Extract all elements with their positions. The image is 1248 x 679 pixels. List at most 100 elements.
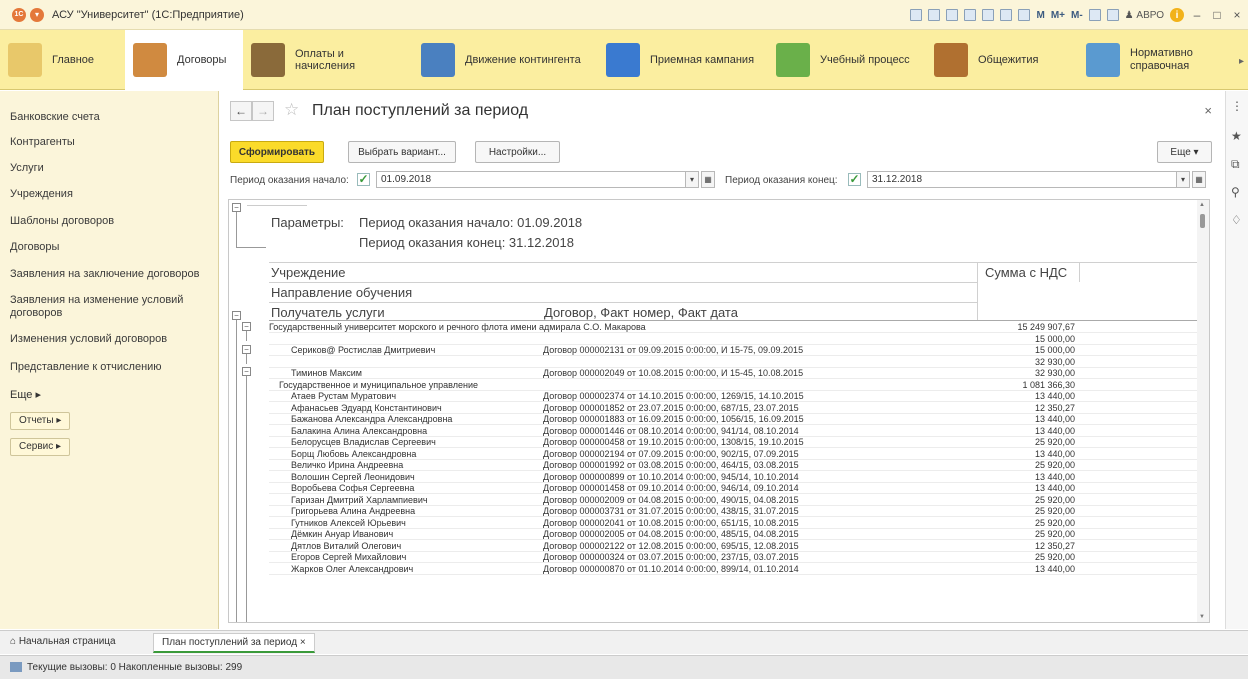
table-row[interactable]: Государственный университет морского и р… [269, 322, 1199, 333]
main-menu-icon[interactable]: ▾ [30, 7, 44, 22]
nav-contract-changes[interactable]: Изменения условий договоров [10, 333, 167, 346]
settings-button[interactable]: Настройки... [475, 141, 560, 163]
table-row[interactable]: Григорьева Алина Андреевна Договор 000003… [269, 506, 1199, 517]
copy-icon[interactable] [982, 9, 995, 21]
back-icon[interactable]: ← [230, 101, 252, 121]
group-collapse-icon[interactable]: − [232, 203, 241, 212]
nav-counterparties[interactable]: Контрагенты [10, 136, 75, 149]
app-logo-icon[interactable]: 1C [12, 7, 26, 22]
functions-menu-icon[interactable]: ⋮⋮ [1231, 99, 1248, 113]
nav-contracts[interactable]: Договоры [10, 241, 59, 254]
memory-button[interactable]: M [1036, 10, 1044, 21]
table-row[interactable]: Атаев Рустам Муратович Договор 000002374 … [269, 391, 1199, 402]
table-row[interactable]: Балакина Алина Александровна Договор 0000… [269, 426, 1199, 437]
zoom-icon[interactable] [1088, 9, 1101, 21]
table-row[interactable]: Белорусцев Владислав Сергеевич Договор 00… [269, 437, 1199, 448]
section-admission[interactable]: Приемная кампания [598, 30, 768, 90]
group-collapse-icon[interactable]: − [242, 345, 251, 354]
cell-contract: Договор 000003731 от 31.07.2015 0:00:00,… [543, 506, 799, 516]
table-row[interactable]: Егоров Сергей Михайлович Договор 00000032… [269, 552, 1199, 563]
vertical-scrollbar[interactable]: ▲ ▼ [1197, 200, 1209, 622]
table-row[interactable]: Сериков@ Ростислав Дмитриевич Договор 000… [269, 345, 1199, 356]
period-start-field[interactable]: 01.09.2018 [376, 171, 686, 188]
service-button[interactable]: Сервис ▸ [10, 438, 71, 456]
favorite-star-icon[interactable]: ☆ [284, 100, 299, 120]
group-collapse-icon[interactable]: − [242, 367, 251, 376]
table-row[interactable]: Афанасьев Эдуард Константинович Договор 0… [269, 403, 1199, 414]
table-row[interactable]: 15 000,00 [269, 334, 1199, 345]
period-start-calendar-icon[interactable]: ▦ [701, 171, 715, 188]
memory-minus-button[interactable]: M- [1071, 10, 1083, 21]
forward-icon[interactable]: → [252, 101, 274, 121]
table-row[interactable]: Величко Ирина Андреевна Договор 000001992… [269, 460, 1199, 471]
period-start-checkbox[interactable]: ✓ [357, 173, 370, 186]
table-row[interactable]: Волошин Сергей Леонидович Договор 0000008… [269, 472, 1199, 483]
table-row[interactable]: Дёмкин Ануар Иванович Договор 000002005 о… [269, 529, 1199, 540]
close-window-icon[interactable]: × [1230, 8, 1244, 22]
nav-expulsion[interactable]: Представление к отчислению [10, 361, 162, 374]
nav-change-applications[interactable]: Заявления на изменение условий договоров [10, 294, 200, 320]
preview-icon[interactable] [946, 9, 959, 21]
link-icon[interactable] [964, 9, 977, 21]
nav-bank-accounts[interactable]: Банковские счета [10, 111, 100, 124]
minimize-icon[interactable]: – [1190, 8, 1204, 22]
help-icon[interactable]: i [1170, 8, 1184, 22]
report-spreadsheet[interactable]: − − − − − Параметры: Период оказания нач… [228, 199, 1210, 623]
group-collapse-icon[interactable]: − [232, 311, 241, 320]
generate-button[interactable]: Сформировать [230, 141, 324, 163]
favorites-icon[interactable]: ★ [1231, 129, 1242, 143]
ribbon-scroll-right-icon[interactable]: ▸ [1239, 56, 1244, 67]
section-education[interactable]: Учебный процесс [768, 30, 926, 90]
period-start-label: Период оказания начало: [230, 175, 349, 186]
more-button[interactable]: Еще ▾ [1157, 141, 1212, 163]
table-row[interactable]: Государственное и муниципальное управлен… [269, 380, 1199, 391]
reports-button[interactable]: Отчеты ▸ [10, 412, 71, 430]
calculator-icon[interactable] [1000, 9, 1013, 21]
nav-more[interactable]: Еще ▸ [10, 388, 41, 401]
history-icon[interactable]: ⧉ [1231, 157, 1240, 172]
group-collapse-icon[interactable]: − [242, 322, 251, 331]
table-row[interactable]: 32 930,00 [269, 357, 1199, 368]
scrollbar-thumb[interactable] [1200, 214, 1205, 228]
layout-icon[interactable] [1106, 9, 1119, 21]
user-name[interactable]: ♟ АВРО [1125, 10, 1164, 21]
tab-home[interactable]: ⌂ Начальная страница [10, 636, 116, 647]
table-row[interactable]: Гутников Алексей Юрьевич Договор 00000204… [269, 518, 1199, 529]
cell-contract: Договор 000002049 от 10.08.2015 0:00:00,… [543, 368, 804, 378]
period-start-dropdown-icon[interactable]: ▾ [685, 171, 699, 188]
maximize-icon[interactable]: □ [1210, 8, 1224, 22]
nav-services[interactable]: Услуги [10, 162, 44, 175]
tab-report[interactable]: План поступлений за период × [153, 633, 315, 653]
scroll-up-icon[interactable]: ▲ [1199, 202, 1205, 208]
table-row[interactable]: Гаризан Дмитрий Харлампиевич Договор 0000… [269, 495, 1199, 506]
section-dormitories[interactable]: Общежития [926, 30, 1078, 90]
select-variant-button[interactable]: Выбрать вариант... [348, 141, 456, 163]
period-end-checkbox[interactable]: ✓ [848, 173, 861, 186]
section-main[interactable]: Главное [0, 30, 125, 90]
table-row[interactable]: Тиминов Максим Договор 000002049 от 10.08… [269, 368, 1199, 379]
cell-recipient: Сериков@ Ростислав Дмитриевич [291, 345, 436, 355]
period-end-field[interactable]: 31.12.2018 [867, 171, 1177, 188]
table-row[interactable]: Бажанова Александра Александровна Договор… [269, 414, 1199, 425]
section-reference[interactable]: Нормативно справочная информация [1078, 30, 1233, 90]
table-row[interactable]: Жарков Олег Александрович Договор 0000008… [269, 564, 1199, 575]
calendar-icon[interactable] [1018, 9, 1031, 21]
period-end-calendar-icon[interactable]: ▦ [1192, 171, 1206, 188]
section-contracts[interactable]: Договоры [125, 29, 243, 90]
scroll-down-icon[interactable]: ▼ [1199, 614, 1205, 620]
table-row[interactable]: Борщ Любовь Александровна Договор 0000021… [269, 449, 1199, 460]
section-payments[interactable]: Оплаты и начисления [243, 30, 413, 90]
table-row[interactable]: Дятлов Виталий Олегович Договор 000002122… [269, 541, 1199, 552]
print-icon[interactable] [928, 9, 941, 21]
notifications-bell-icon[interactable]: ♢ [1231, 213, 1242, 227]
section-contingent[interactable]: Движение контингента [413, 30, 598, 90]
search-icon[interactable]: ⚲ [1231, 185, 1240, 199]
close-form-icon[interactable]: × [1204, 103, 1212, 118]
nav-institutions[interactable]: Учреждения [10, 188, 73, 201]
nav-contract-applications[interactable]: Заявления на заключение договоров [10, 268, 199, 281]
table-row[interactable]: Воробьева Софья Сергеевна Договор 0000014… [269, 483, 1199, 494]
save-icon[interactable] [910, 9, 923, 21]
memory-plus-button[interactable]: M+ [1051, 10, 1065, 21]
period-end-dropdown-icon[interactable]: ▾ [1176, 171, 1190, 188]
nav-contract-templates[interactable]: Шаблоны договоров [10, 215, 114, 228]
